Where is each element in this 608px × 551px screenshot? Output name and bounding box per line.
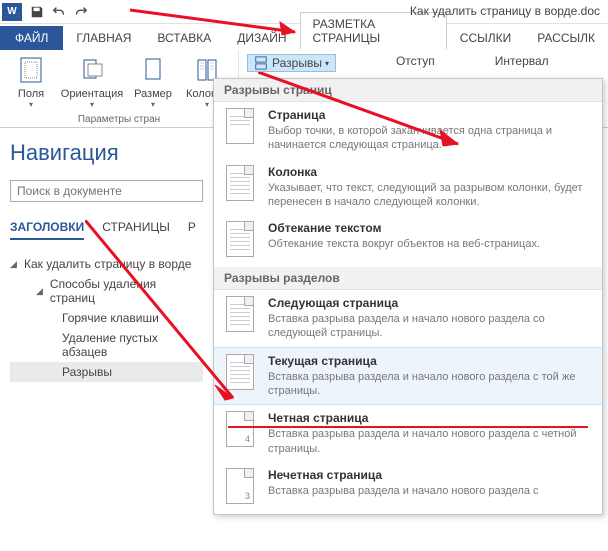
save-icon <box>30 5 44 19</box>
undo-button[interactable] <box>48 1 70 23</box>
breaks-button[interactable]: Разрывы ▾ <box>247 54 336 72</box>
break-even-page[interactable]: 4 Четная страница Вставка разрыва раздел… <box>214 405 602 462</box>
group-label-page-setup: Параметры стран <box>4 114 234 127</box>
nav-tabs: ЗАГОЛОВКИ СТРАНИЦЫ Р <box>10 220 203 240</box>
tree-node-root[interactable]: ◢Как удалить страницу в ворде <box>10 254 203 274</box>
break-page[interactable]: Страница Выбор точки, в которой заканчив… <box>214 102 602 159</box>
next-page-icon <box>224 296 256 336</box>
even-page-icon: 4 <box>224 411 256 451</box>
tree-leaf-hotkeys[interactable]: Горячие клавиши <box>10 308 203 328</box>
orientation-button[interactable]: Ориентация ▾ <box>58 52 126 114</box>
tab-references[interactable]: ССЫЛКИ <box>447 26 524 50</box>
collapse-icon: ◢ <box>10 259 20 270</box>
nav-tab-pages[interactable]: СТРАНИЦЫ <box>102 220 170 240</box>
column-break-icon <box>224 165 256 205</box>
size-icon <box>137 54 169 86</box>
save-button[interactable] <box>26 1 48 23</box>
nav-tab-headings[interactable]: ЗАГОЛОВКИ <box>10 220 84 240</box>
chevron-down-icon: ▾ <box>205 100 209 109</box>
margins-icon <box>15 54 47 86</box>
text-wrapping-icon <box>224 221 256 261</box>
indent-label: Отступ <box>396 54 435 72</box>
nav-title: Навигация <box>10 140 203 166</box>
breaks-dropdown: Разрывы страниц Страница Выбор точки, в … <box>213 78 603 515</box>
chevron-down-icon: ▾ <box>90 100 94 109</box>
redo-button[interactable] <box>70 1 92 23</box>
margins-button[interactable]: Поля ▾ <box>4 52 58 114</box>
breaks-icon <box>254 56 268 70</box>
ribbon-group-page-setup: Поля ▾ Ориентация ▾ Размер ▾ Колонки ▾ П… <box>0 50 239 127</box>
tree-leaf-empty-paragraphs[interactable]: Удаление пустых абзацев <box>10 328 203 362</box>
break-continuous[interactable]: Текущая страница Вставка разрыва раздела… <box>214 347 602 406</box>
redo-icon <box>74 5 88 19</box>
tab-design[interactable]: ДИЗАЙН <box>224 26 299 50</box>
chevron-down-icon: ▾ <box>151 100 155 109</box>
ribbon-tabs: ФАЙЛ ГЛАВНАЯ ВСТАВКА ДИЗАЙН РАЗМЕТКА СТР… <box>0 24 608 50</box>
document-title: Как удалить страницу в ворде.doc <box>410 4 600 18</box>
continuous-icon <box>224 354 256 394</box>
orientation-icon <box>76 54 108 86</box>
nav-tree: ◢Как удалить страницу в ворде ◢Способы у… <box>10 254 203 382</box>
spacing-label: Интервал <box>495 54 549 72</box>
page-break-icon <box>224 108 256 148</box>
tab-file[interactable]: ФАЙЛ <box>0 26 63 50</box>
tab-mailings[interactable]: РАССЫЛК <box>524 26 608 50</box>
tree-node-methods[interactable]: ◢Способы удаления страниц <box>10 274 203 308</box>
size-button[interactable]: Размер ▾ <box>126 52 180 114</box>
tab-insert[interactable]: ВСТАВКА <box>144 26 224 50</box>
nav-tab-results[interactable]: Р <box>188 220 196 240</box>
search-input[interactable] <box>10 180 203 202</box>
tab-home[interactable]: ГЛАВНАЯ <box>63 26 144 50</box>
chevron-down-icon: ▾ <box>29 100 33 109</box>
dropdown-section-section-breaks: Разрывы разделов <box>214 267 602 290</box>
odd-page-icon: 3 <box>224 468 256 508</box>
break-text-wrapping[interactable]: Обтекание текстом Обтекание текста вокру… <box>214 215 602 267</box>
dropdown-section-page-breaks: Разрывы страниц <box>214 79 602 102</box>
word-app-icon: W <box>2 3 22 21</box>
collapse-icon: ◢ <box>36 286 46 297</box>
tree-leaf-breaks[interactable]: Разрывы <box>10 362 203 382</box>
break-next-page[interactable]: Следующая страница Вставка разрыва разде… <box>214 290 602 347</box>
annotation-underline <box>228 426 588 428</box>
navigation-pane: Навигация ЗАГОЛОВКИ СТРАНИЦЫ Р ◢Как удал… <box>0 128 213 394</box>
break-odd-page[interactable]: 3 Нечетная страница Вставка разрыва разд… <box>214 462 602 514</box>
break-column[interactable]: Колонка Указывает, что текст, следующий … <box>214 159 602 216</box>
undo-icon <box>52 5 66 19</box>
chevron-down-icon: ▾ <box>325 59 329 68</box>
